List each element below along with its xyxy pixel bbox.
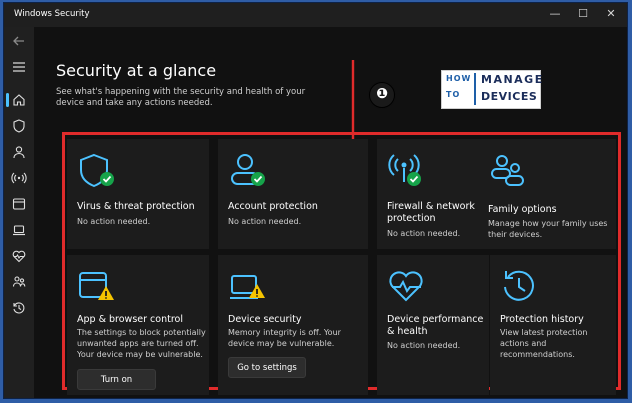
selection-indicator [6, 93, 9, 107]
app-window-icon[interactable] [11, 196, 27, 212]
device-security-warning-icon [230, 275, 265, 299]
step-number-badge: ❶ [369, 82, 395, 108]
card-description: Manage how your family uses their device… [488, 219, 608, 239]
page-title: Security at a glance [56, 61, 217, 80]
card-title: App & browser control [77, 314, 183, 325]
heart-pulse-icon[interactable] [11, 248, 27, 264]
card-title: Device performance & health [387, 314, 484, 337]
account-check-icon [231, 154, 265, 186]
logo-divider [474, 73, 476, 105]
card-title: Device security [228, 314, 302, 325]
card-device-security[interactable]: Device security Memory integrity is off.… [218, 255, 368, 395]
card-description: No action needed. [228, 217, 302, 226]
card-title: Virus & threat protection [77, 201, 195, 212]
maximize-button[interactable]: ☐ [570, 5, 596, 23]
history-icon[interactable] [11, 300, 27, 316]
home-icon[interactable] [11, 92, 27, 108]
window-title: Windows Security [14, 9, 90, 19]
app-browser-warning-icon [79, 272, 114, 300]
card-title: Firewall & network protection [387, 201, 475, 224]
card-virus-threat-protection[interactable]: Virus & threat protection No action need… [67, 139, 209, 249]
device-performance-icon [389, 271, 423, 302]
laptop-icon[interactable] [11, 222, 27, 238]
back-arrow-icon[interactable] [11, 33, 27, 49]
card-title: Protection history [500, 314, 584, 325]
card-description: No action needed. [387, 341, 461, 350]
app-window: Windows Security — ☐ ✕ Security at a gla… [4, 3, 627, 398]
family-options-icon [491, 155, 524, 186]
card-title: Account protection [228, 201, 318, 212]
wifi-signal-icon[interactable] [11, 170, 27, 186]
card-title: Family options [488, 204, 557, 215]
card-firewall-network-protection[interactable]: Firewall & network protection No action … [377, 139, 479, 249]
logo-how-text: HOW [446, 74, 472, 83]
card-description: The settings to block potentially unwant… [77, 328, 206, 359]
card-description: Memory integrity is off. Your device may… [228, 328, 341, 348]
person-icon[interactable] [11, 144, 27, 160]
card-family-options[interactable]: Family options Manage how your family us… [478, 139, 616, 249]
logo-to-text: TO [446, 90, 461, 99]
close-button[interactable]: ✕ [598, 5, 624, 23]
menu-icon[interactable] [11, 59, 27, 75]
main-content: Security at a glance See what's happenin… [34, 27, 627, 398]
shield-check-icon [80, 153, 114, 188]
card-description: No action needed. [77, 217, 151, 226]
card-app-browser-control[interactable]: App & browser control The settings to bl… [67, 255, 209, 395]
logo-devices-text: DEVICES [481, 90, 538, 103]
title-bar: Windows Security — ☐ ✕ [4, 3, 627, 27]
minimize-button[interactable]: — [542, 5, 568, 23]
card-protection-history[interactable]: Protection history View latest protectio… [490, 255, 616, 395]
protection-history-icon [504, 270, 534, 301]
family-icon[interactable] [11, 274, 27, 290]
howtomanagedevices-logo: HOW TO MANAGE DEVICES [441, 70, 544, 109]
logo-manage-text: MANAGE [481, 73, 544, 86]
shield-icon[interactable] [11, 118, 27, 134]
card-description: No action needed. [387, 229, 461, 238]
firewall-check-icon [388, 154, 421, 186]
turn-on-button[interactable]: Turn on [77, 369, 156, 390]
page-subtitle: See what's happening with the security a… [56, 87, 306, 108]
card-device-performance-health[interactable]: Device performance & health No action ne… [377, 255, 489, 395]
sidebar [4, 27, 34, 398]
card-account-protection[interactable]: Account protection No action needed. [218, 139, 368, 249]
go-to-settings-button[interactable]: Go to settings [228, 357, 306, 378]
card-description: View latest protection actions and recom… [500, 328, 588, 359]
